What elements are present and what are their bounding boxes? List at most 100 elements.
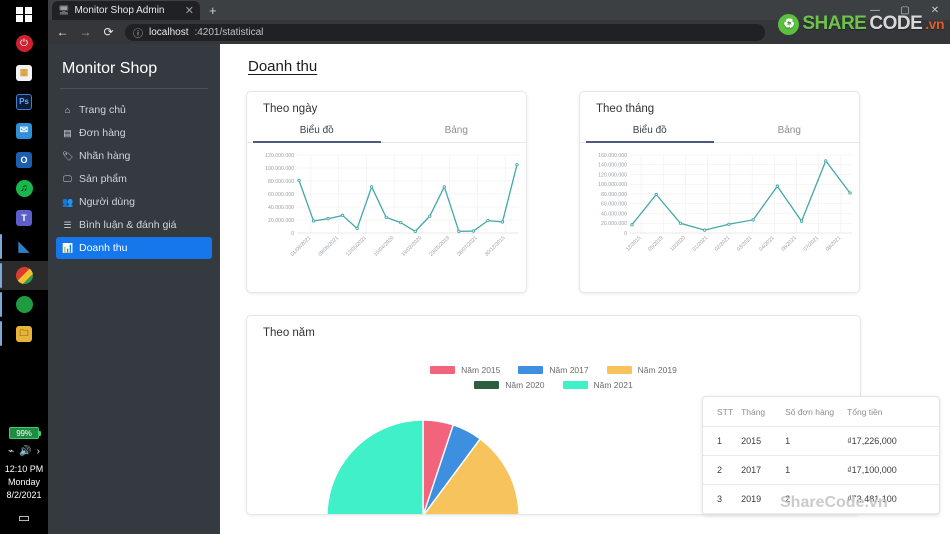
microsoft-store-icon[interactable]: ▦ bbox=[0, 58, 48, 87]
tab-active-indicator bbox=[585, 141, 714, 143]
svg-text:120.000.000: 120.000.000 bbox=[598, 172, 627, 178]
card-title: Theo tháng bbox=[596, 103, 655, 115]
tabs-by-month: Biểu đồ Bảng bbox=[580, 125, 859, 143]
sidebar-item-binh-luan[interactable]: ☰ Bình luận & đánh giá bbox=[56, 214, 212, 236]
legend-swatch-2015 bbox=[430, 366, 456, 374]
sidebar-item-don-hang[interactable]: ▤ Đơn hàng bbox=[56, 122, 212, 144]
windows-start-icon[interactable] bbox=[0, 0, 48, 29]
table-row[interactable]: 3 2019 2 ₫73,481,100 bbox=[703, 484, 939, 514]
users-icon: 👥 bbox=[62, 196, 74, 207]
table-header-tong-tien: Tổng tiền bbox=[843, 397, 939, 427]
sidebar: Monitor Shop ⌂ Trang chủ ▤ Đơn hàng 🏷 Nh… bbox=[48, 44, 220, 534]
new-tab-button[interactable]: + bbox=[200, 2, 226, 20]
sharecode-code-text: CODE bbox=[869, 13, 923, 34]
cell-thang: 2017 bbox=[737, 455, 782, 485]
volume-icon[interactable]: 🔊 bbox=[19, 446, 31, 457]
microsoft-teams-icon[interactable]: T bbox=[0, 203, 48, 232]
file-explorer-icon[interactable]: 🗀 bbox=[0, 319, 48, 348]
card-by-day: Theo ngày Biểu đồ Bảng 0 20.000.000 40.000… bbox=[246, 91, 527, 293]
cell-stt: 2 bbox=[703, 455, 738, 485]
browser-tab[interactable]: 🖥 Monitor Shop Admin ✕ bbox=[52, 1, 200, 20]
mail-icon[interactable]: ✉ bbox=[0, 116, 48, 145]
sidebar-item-nguoi-dung[interactable]: 👥 Người dùng bbox=[56, 191, 212, 213]
table-row[interactable]: 2 2017 1 ₫17,100,000 bbox=[703, 455, 939, 485]
card-by-month: Theo tháng Biểu đồ Bảng 0 20.000.000 40.00… bbox=[579, 91, 860, 293]
revenue-table: STT Tháng Số đơn hàng Tổng tiền 1 2015 1… bbox=[702, 396, 940, 515]
svg-text:07/2021: 07/2021 bbox=[803, 235, 821, 253]
power-icon[interactable]: ⏻ bbox=[0, 29, 48, 58]
home-icon: ⌂ bbox=[64, 105, 71, 115]
legend-item[interactable]: Năm 2019 bbox=[606, 365, 677, 375]
sidebar-item-san-pham[interactable]: 🖵 Sản phẩm bbox=[56, 168, 212, 190]
legend-swatch-2020 bbox=[474, 381, 500, 389]
legend-item[interactable]: Năm 2015 bbox=[430, 365, 500, 375]
svg-text:28/07/2021: 28/07/2021 bbox=[456, 235, 479, 258]
monitor-icon: 🖵 bbox=[63, 173, 72, 184]
svg-text:0: 0 bbox=[291, 231, 294, 237]
green-app-icon[interactable] bbox=[0, 290, 48, 319]
sidebar-item-label: Đơn hàng bbox=[79, 127, 126, 139]
legend-item[interactable]: Năm 2017 bbox=[518, 365, 589, 375]
sharecode-badge-icon: ♻ bbox=[778, 13, 800, 35]
system-tray: ⌁ 🔊 › bbox=[8, 446, 40, 457]
tab-close-icon[interactable]: ✕ bbox=[185, 4, 194, 17]
svg-text:05/2019: 05/2019 bbox=[647, 235, 665, 253]
wifi-icon[interactable]: ⌁ bbox=[8, 446, 14, 457]
svg-text:04/2021: 04/2021 bbox=[758, 235, 776, 253]
windows-taskbar: ⏻ ▦ Ps ✉ O ♫ T ◣ 🗀 99% ⌁ 🔊 › 12:10 PM Mo… bbox=[0, 0, 48, 534]
forward-button[interactable]: → bbox=[79, 25, 92, 39]
legend-swatch-2021 bbox=[562, 381, 588, 389]
chart-by-day: 0 20.000.000 40.000.000 60.000.000 80.000.00… bbox=[247, 143, 526, 284]
table-header-row: STT Tháng Số đơn hàng Tổng tiền bbox=[703, 397, 939, 427]
legend-item[interactable]: Năm 2020 bbox=[474, 380, 545, 390]
sidebar-item-doanh-thu[interactable]: 📊 Doanh thu bbox=[56, 237, 212, 259]
svg-text:40.000.000: 40.000.000 bbox=[268, 205, 294, 211]
tabs-by-day: Biểu đồ Bảng bbox=[247, 125, 526, 143]
site-info-icon[interactable]: ⓘ bbox=[133, 25, 143, 40]
chart-card-row: Theo ngày Biểu đồ Bảng 0 20.000.000 40.000… bbox=[246, 91, 924, 293]
omnibox-host: localhost bbox=[149, 26, 189, 38]
tray-chevron-icon[interactable]: › bbox=[37, 446, 40, 457]
battery-indicator[interactable]: 99% bbox=[9, 427, 41, 439]
table-row[interactable]: 1 2015 1 ₫17,226,000 bbox=[703, 426, 939, 456]
taskbar-clock[interactable]: 12:10 PM Monday 8/2/2021 bbox=[5, 463, 44, 502]
sidebar-item-trang-chu[interactable]: ⌂ Trang chủ bbox=[56, 99, 212, 121]
svg-text:80.000.000: 80.000.000 bbox=[601, 192, 627, 198]
card-title: Theo năm bbox=[263, 327, 315, 339]
vscode-icon[interactable]: ◣ bbox=[0, 232, 48, 261]
cell-thang: 2019 bbox=[737, 484, 782, 514]
svg-text:10/2020: 10/2020 bbox=[669, 235, 687, 253]
notification-center-icon[interactable]: ▭ bbox=[18, 510, 30, 526]
pie-legend: Năm 2015 Năm 2017 Năm 2019 Năm 2020 Năm … bbox=[247, 365, 860, 390]
tab-table[interactable]: Bảng bbox=[387, 125, 527, 143]
spotify-icon[interactable]: ♫ bbox=[0, 174, 48, 203]
table: STT Tháng Số đơn hàng Tổng tiền 1 2015 1… bbox=[703, 397, 939, 514]
svg-text:20.000.000: 20.000.000 bbox=[268, 218, 294, 224]
sidebar-item-label: Người dùng bbox=[79, 196, 135, 208]
svg-text:06/2021: 06/2021 bbox=[780, 235, 798, 253]
cell-thang: 2015 bbox=[737, 426, 782, 456]
svg-text:12/2015: 12/2015 bbox=[625, 235, 643, 253]
google-chrome-icon[interactable] bbox=[0, 261, 48, 290]
main-content: Doanh thu Theo ngày Biểu đồ Bảng 0 20.000… bbox=[220, 44, 950, 534]
svg-text:60.000.000: 60.000.000 bbox=[601, 202, 627, 208]
sidebar-item-label: Doanh thu bbox=[79, 242, 128, 254]
outlook-icon[interactable]: O bbox=[0, 145, 48, 174]
sidebar-item-label: Nhãn hàng bbox=[79, 150, 131, 162]
sidebar-brand: Monitor Shop bbox=[62, 60, 158, 77]
cell-so-don-hang: 1 bbox=[781, 455, 844, 485]
chart-by-year bbox=[273, 419, 573, 514]
sharecode-vn-text: .vn bbox=[925, 16, 944, 32]
address-bar[interactable]: ⓘ localhost:4201/statistical bbox=[125, 23, 765, 41]
tab-table[interactable]: Bảng bbox=[720, 125, 860, 143]
legend-item[interactable]: Năm 2021 bbox=[562, 380, 633, 390]
legend-swatch-2017 bbox=[518, 366, 544, 374]
tab-favicon-icon: 🖥 bbox=[58, 5, 70, 15]
back-button[interactable]: ← bbox=[56, 25, 69, 39]
tag-icon: 🏷 bbox=[62, 150, 74, 161]
sidebar-item-nhan-hang[interactable]: 🏷 Nhãn hàng bbox=[56, 145, 212, 167]
photoshop-icon[interactable]: Ps bbox=[0, 87, 48, 116]
svg-text:100.000.000: 100.000.000 bbox=[265, 166, 294, 172]
svg-text:160.000.000: 160.000.000 bbox=[598, 153, 627, 159]
reload-button[interactable]: ⟳ bbox=[102, 25, 115, 39]
